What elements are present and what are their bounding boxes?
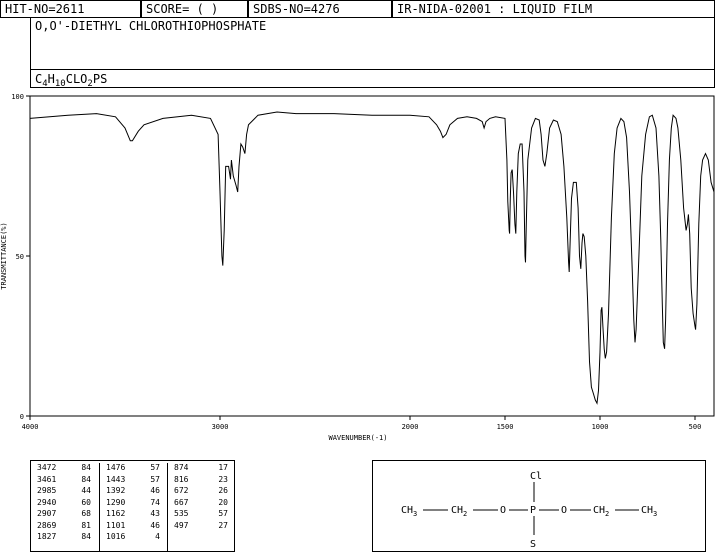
peak-wavenumber: 1162 [106, 509, 126, 518]
peak-column: 3472 84 3461 84 2985 44 2940 60 2907 68 2869 81 1827… [31, 463, 99, 551]
x-axis-ticks: 4000 3000 2000 1500 1000 500 [22, 416, 702, 431]
x-tick-label: 3000 [212, 423, 229, 431]
peak-wavenumber: 1476 [106, 463, 126, 472]
y-tick-label: 0 [20, 413, 24, 421]
peak-transmittance: 20 [218, 497, 228, 507]
ir-spectrum-chart: 4000 3000 2000 1500 1000 500 0 50 100 WAVENUMBE… [0, 93, 715, 442]
x-tick-label: 1500 [497, 423, 514, 431]
peak-wavenumber: 816 [174, 474, 189, 484]
peak-wavenumber: 3472 [37, 463, 57, 472]
y-tick-label: 100 [11, 93, 24, 101]
atom-s: S [530, 539, 536, 550]
atom-o-left: O [500, 505, 506, 516]
y-tick-label: 50 [16, 253, 24, 261]
atom-o-right: O [561, 505, 567, 516]
peak-transmittance: 57 [218, 509, 228, 518]
plot-frame [29, 95, 715, 417]
peak-transmittance: 27 [218, 520, 228, 530]
x-tick-label: 4000 [22, 423, 39, 431]
y-axis-ticks: 0 50 100 [11, 93, 30, 421]
peak-transmittance: 46 [150, 520, 160, 530]
peak-wavenumber: 1016 [106, 532, 126, 541]
y-axis-label: TRANSMITTANCE(%) [0, 222, 8, 289]
peak-wavenumber: 2869 [37, 520, 57, 530]
peak-wavenumber: 1392 [106, 486, 126, 495]
peak-transmittance: 84 [81, 532, 91, 541]
peak-transmittance: 23 [218, 474, 228, 484]
peak-wavenumber: 3461 [37, 474, 57, 484]
atom-cl: Cl [530, 471, 542, 482]
x-axis-label: WAVENUMBER(-1) [328, 434, 387, 442]
atom-ch3-right: CH3 [641, 505, 657, 518]
peak-transmittance: 43 [150, 509, 160, 518]
atom-ch3-left: CH3 [401, 505, 417, 518]
peak-transmittance: 57 [150, 474, 160, 484]
peak-table: 3472 84 3461 84 2985 44 2940 60 2907 68 2869 81 1827… [30, 460, 235, 552]
peak-transmittance: 68 [81, 509, 91, 518]
peak-wavenumber: 667 [174, 497, 189, 507]
peak-wavenumber: 874 [174, 463, 189, 472]
peak-wavenumber: 2940 [37, 497, 57, 507]
peak-transmittance: 4 [155, 532, 160, 541]
peak-wavenumber: 1101 [106, 520, 126, 530]
peak-wavenumber: 497 [174, 520, 189, 530]
peak-transmittance: 46 [150, 486, 160, 495]
peak-transmittance: 81 [81, 520, 91, 530]
peak-transmittance: 57 [150, 463, 160, 472]
spectrum-line [29, 111, 715, 405]
peak-transmittance: 44 [81, 486, 91, 495]
peak-wavenumber: 2985 [37, 486, 57, 495]
peak-transmittance: 60 [81, 497, 91, 507]
atom-p: P [530, 505, 536, 516]
atom-ch2-right: CH2 [593, 505, 609, 518]
x-tick-label: 500 [689, 423, 702, 431]
peak-transmittance: 84 [81, 474, 91, 484]
peak-transmittance: 17 [218, 463, 228, 472]
peak-transmittance: 26 [218, 486, 228, 495]
peak-transmittance: 74 [150, 497, 160, 507]
peak-transmittance: 84 [81, 463, 91, 472]
atom-ch2-left: CH2 [451, 505, 467, 518]
structure-box: CH3 CH2 O P O CH2 CH3 Cl S [372, 460, 706, 552]
peak-wavenumber: 1290 [106, 497, 126, 507]
peak-wavenumber: 2907 [37, 509, 57, 518]
structure-diagram: CH3 CH2 O P O CH2 CH3 Cl S [401, 471, 657, 550]
x-tick-label: 1000 [592, 423, 609, 431]
peak-column: 874 17 816 23 672 26 667 20 535 57 497 27 [167, 463, 236, 551]
peak-wavenumber: 535 [174, 509, 189, 518]
peak-column: 1476 57 1443 57 1392 46 1290 74 1162 43 1101 46 1016… [99, 463, 168, 551]
peak-wavenumber: 1443 [106, 474, 126, 484]
peak-wavenumber: 672 [174, 486, 189, 495]
x-tick-label: 2000 [402, 423, 419, 431]
peak-wavenumber: 1827 [37, 532, 57, 541]
